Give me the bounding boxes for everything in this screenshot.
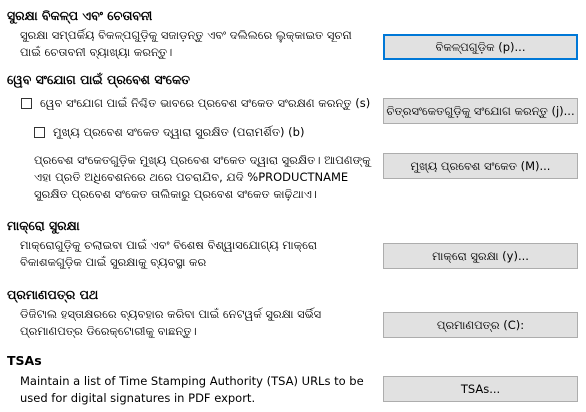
master-password-description: ପ୍ରବେଶ ସଂକେତଗୁଡ଼ିକ ମୁଖ୍ୟ ପ୍ରବେଶ ସଂକେତ ଦ୍…	[34, 153, 371, 201]
master-password-option[interactable]: ମୁଖ୍ୟ ପ୍ରବେଶ ସଂକେତ ଦ୍ୱାରା ସୁରକ୍ଷିତ (ପରାମ…	[34, 125, 304, 140]
security-options-heading: ସୁରକ୍ଷା ବିକଳ୍ପ ଏବଂ ଚେତାବନୀ	[7, 8, 153, 23]
persist-passwords-checkbox[interactable]	[21, 98, 32, 109]
macro-security-heading: ମାକ୍ରୋ ସୁରକ୍ଷା	[7, 218, 80, 233]
certificate-button[interactable]: ପ୍ରମାଣପତ୍ର (C):	[383, 312, 578, 338]
certificate-path-heading: ପ୍ରମାଣପତ୍ର ପଥ	[7, 287, 99, 302]
persist-passwords-label: ୱେବ ସଂଯୋଗ ପାଇଁ ନିଶ୍ଚିତ ଭାବରେ ପ୍ରବେଶ ସଂକେ…	[40, 96, 371, 110]
tsas-description: Maintain a list of Time Stamping Authori…	[20, 374, 364, 405]
security-options-description: ସୁରକ୍ଷା ସମ୍ପର୍କିୟ ବିକଳ୍ପଗୁଡ଼ିକୁ ସଜାଡ଼ନ୍ତ…	[20, 28, 352, 59]
tsas-button[interactable]: TSAs...	[383, 376, 578, 402]
web-passwords-heading: ୱେବ ସଂଯୋଗ ପାଇଁ ପ୍ରବେଶ ସଂକେତ	[7, 72, 191, 87]
tsas-heading: TSAs	[7, 353, 42, 368]
connections-button[interactable]: ଚିତ୍ରସଂକେତଗୁଡ଼ିକୁ ସଂଯୋଗ କରନ୍ତୁ (j)...	[383, 98, 578, 124]
certificate-path-description: ଡିଜିଟାଲ ହସ୍ତାକ୍ଷରରେ ବ୍ୟବହାର କରିବା ପାଇଁ ନ…	[20, 307, 322, 338]
master-password-checkbox[interactable]	[34, 127, 45, 138]
macro-security-description: ମାକ୍ରୋଗୁଡ଼ିକୁ ଚଲାଇବା ପାଇଁ ଏବଂ ବିଶେଷ ବିଶ୍…	[20, 238, 317, 269]
master-password-button[interactable]: ମୁଖ୍ୟ ପ୍ରବେଶ ସଂକେତ (M)...	[383, 153, 578, 179]
macro-security-button[interactable]: ମାକ୍ରୋ ସୁରକ୍ଷା (y)...	[383, 243, 578, 269]
persist-passwords-option[interactable]: ୱେବ ସଂଯୋଗ ପାଇଁ ନିଶ୍ଚିତ ଭାବରେ ପ୍ରବେଶ ସଂକେ…	[21, 96, 370, 111]
security-options-button[interactable]: ବିକଳ୍ପଗୁଡ଼ିକ (p)...	[383, 34, 578, 60]
master-password-label: ମୁଖ୍ୟ ପ୍ରବେଶ ସଂକେତ ଦ୍ୱାରା ସୁରକ୍ଷିତ (ପରାମ…	[53, 125, 305, 139]
